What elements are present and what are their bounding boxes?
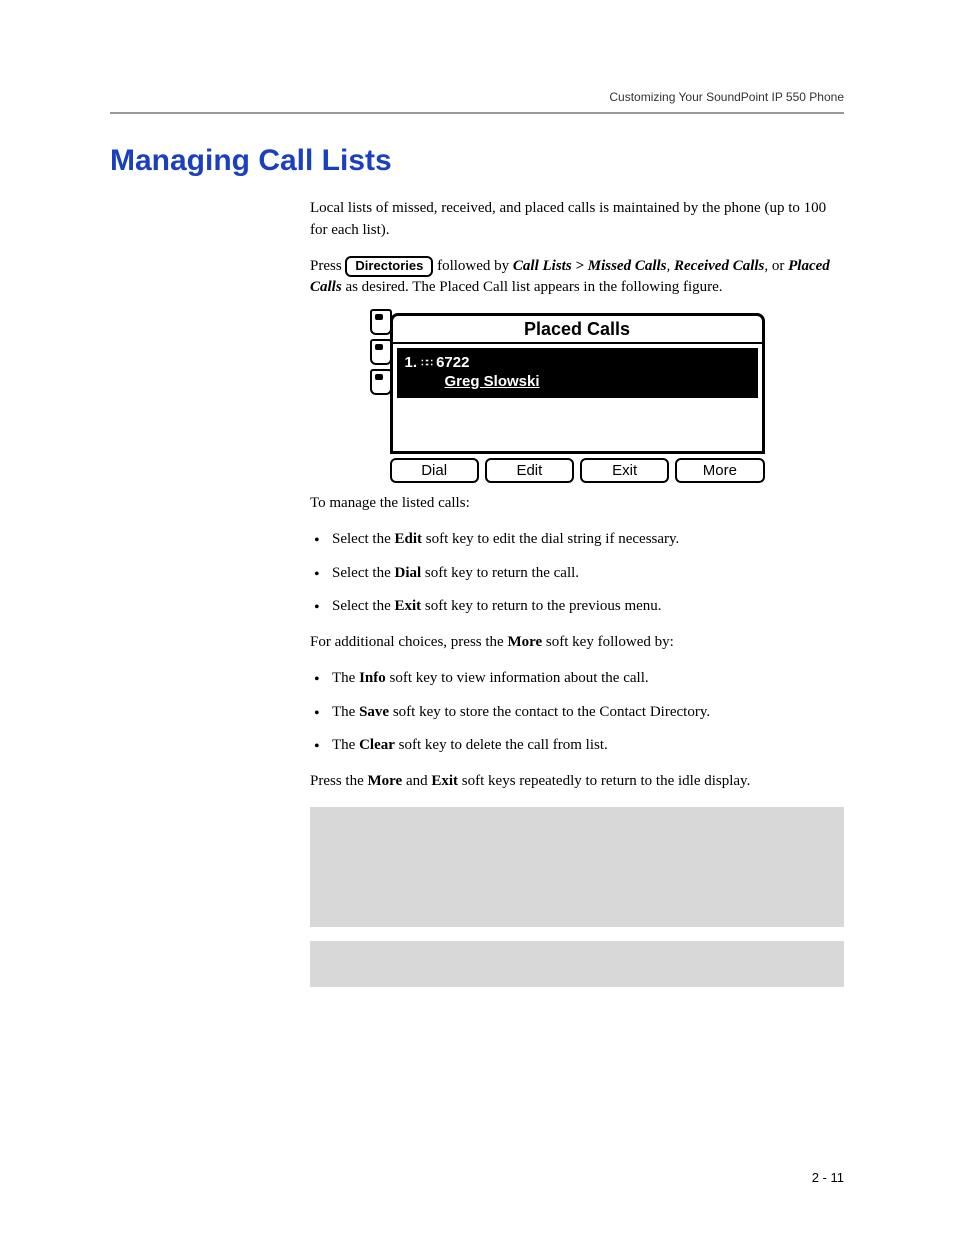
li-key: Save	[359, 704, 389, 720]
li-post: soft key to view information about the c…	[386, 670, 649, 686]
list-item: The Info soft key to view information ab…	[310, 668, 844, 690]
list-item: The Clear soft key to delete the call fr…	[310, 735, 844, 757]
directories-key: Directories	[345, 256, 433, 277]
li-key: Info	[359, 670, 386, 686]
press-after-2: as desired. The Placed Call list appears…	[342, 279, 723, 295]
softkey-exit: Exit	[580, 458, 669, 483]
received-calls: Received Calls	[674, 258, 764, 274]
li-key: Clear	[359, 737, 395, 753]
row-prefix: 1.	[405, 354, 422, 371]
li-pre: Select the	[332, 598, 394, 614]
softkey-edit: Edit	[485, 458, 574, 483]
phone-icon	[370, 339, 392, 365]
li-key: Dial	[394, 565, 421, 581]
li-post: soft key to edit the dial string if nece…	[422, 531, 679, 547]
row-number: 6722	[436, 354, 469, 371]
li-pre: Select the	[332, 531, 394, 547]
additional-post: soft key followed by:	[542, 634, 674, 650]
li-key: Edit	[394, 531, 422, 547]
li-pre: The	[332, 737, 359, 753]
lcd-body: 1. ∷∷ 6722 Greg Slowski	[390, 344, 765, 454]
lcd-softkeys: Dial Edit Exit More	[390, 458, 765, 483]
lcd-figure: Placed Calls 1. ∷∷ 6722 Greg Slowski Dia…	[310, 313, 844, 483]
closing-key1: More	[368, 773, 403, 789]
additional-paragraph: For additional choices, press the More s…	[310, 632, 844, 654]
list-item: Select the Dial soft key to return the c…	[310, 563, 844, 585]
li-pre: The	[332, 670, 359, 686]
closing-paragraph: Press the More and Exit soft keys repeat…	[310, 771, 844, 793]
list-item: Select the Exit soft key to return to th…	[310, 596, 844, 618]
section-title: Managing Call Lists	[110, 144, 844, 178]
lcd-title: Placed Calls	[390, 313, 765, 344]
softkey-more: More	[675, 458, 764, 483]
li-pre: Select the	[332, 565, 394, 581]
lcd-screen: Placed Calls 1. ∷∷ 6722 Greg Slowski Dia…	[390, 313, 765, 483]
press-paragraph: Press Directories followed by Call Lists…	[310, 256, 844, 300]
list-item: Select the Edit soft key to edit the dia…	[310, 529, 844, 551]
press-or: , or	[764, 258, 788, 274]
phone-icon	[370, 369, 392, 395]
li-post: soft key to store the contact to the Con…	[389, 704, 710, 720]
more-list: The Info soft key to view information ab…	[310, 668, 844, 757]
li-post: soft key to return the call.	[421, 565, 579, 581]
phone-icon	[370, 309, 392, 335]
closing-post: soft keys repeatedly to return to the id…	[458, 773, 750, 789]
manage-intro: To manage the listed calls:	[310, 493, 844, 515]
header-rule	[110, 112, 844, 114]
running-header: Customizing Your SoundPoint IP 550 Phone	[110, 90, 844, 104]
nav-path: Call Lists > Missed Calls	[513, 258, 667, 274]
lcd-side-icons	[370, 309, 392, 395]
li-pre: The	[332, 704, 359, 720]
li-post: soft key to return to the previous menu.	[421, 598, 661, 614]
intro-paragraph: Local lists of missed, received, and pla…	[310, 198, 844, 242]
softkey-dial: Dial	[390, 458, 479, 483]
keypad-icon: ∷∷	[421, 358, 432, 371]
closing-key2: Exit	[431, 773, 458, 789]
page-number: 2 - 11	[812, 1170, 844, 1185]
closing-pre: Press the	[310, 773, 368, 789]
row-name: Greg Slowski	[405, 373, 750, 392]
li-post: soft key to delete the call from list.	[395, 737, 608, 753]
lcd-row-selected: 1. ∷∷ 6722 Greg Slowski	[397, 348, 758, 398]
list-item: The Save soft key to store the contact t…	[310, 702, 844, 724]
additional-pre: For additional choices, press the	[310, 634, 507, 650]
press-label: Press	[310, 258, 345, 274]
closing-and: and	[402, 773, 431, 789]
li-key: Exit	[394, 598, 421, 614]
manage-list: Select the Edit soft key to edit the dia…	[310, 529, 844, 618]
placeholder-box-large	[310, 807, 844, 927]
press-after-1: followed by	[437, 258, 513, 274]
placeholder-box-small	[310, 941, 844, 987]
additional-key: More	[507, 634, 542, 650]
comma: ,	[667, 258, 675, 274]
